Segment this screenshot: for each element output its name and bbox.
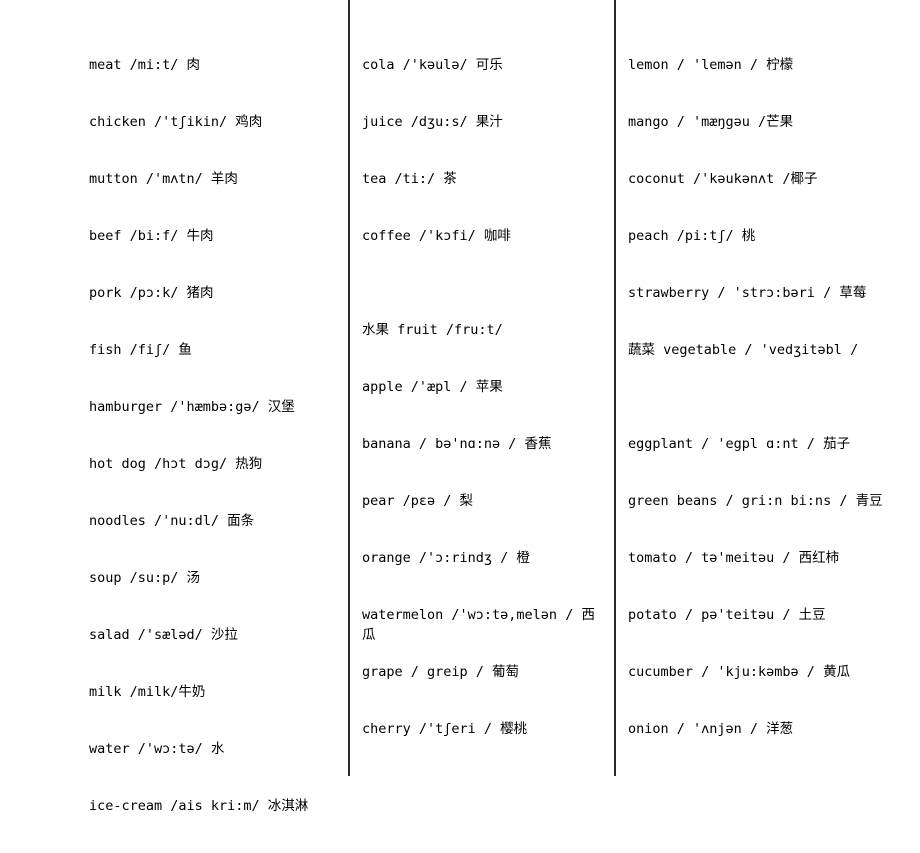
vocabulary-entry: cherry /'tʃeri / 樱桃 [362, 721, 528, 738]
vocabulary-entry: soup /su:p/ 汤 [89, 570, 201, 586]
vocabulary-entry: milk /milk/牛奶 [89, 684, 206, 700]
vocabulary-entry: mango / 'mæŋgəu /芒果 [628, 114, 794, 130]
vocabulary-entry: green beans / gri:n bi:ns / 青豆 [628, 493, 883, 510]
vocabulary-entry: fish /fiʃ/ 鱼 [89, 342, 192, 358]
vocabulary-entry: lemon / 'lemən / 柠檬 [628, 57, 794, 73]
vocabulary-spacer [362, 283, 606, 320]
vocabulary-entry: watermelon /'wɔ:tə,melən / 西瓜 [362, 607, 595, 644]
vocabulary-entry: banana / bə'nɑ:nə / 香蕉 [362, 436, 552, 453]
vocabulary-entry: eggplant / 'egpl ɑ:nt / 茄子 [628, 436, 851, 453]
vocabulary-entry: grape / greip / 葡萄 [362, 664, 520, 681]
vocabulary-entry: hamburger /'hæmbə:gə/ 汉堡 [89, 399, 295, 415]
vocabulary-entry: coffee /'kɔfi/ 咖啡 [362, 228, 511, 244]
vocabulary-entry: pork /pɔ:k/ 猪肉 [89, 285, 214, 301]
vocabulary-entry: ice-cream /ais kri:m/ 冰淇淋 [89, 798, 309, 814]
vocabulary-entry: noodles /'nu:dl/ 面条 [89, 513, 255, 529]
vocabulary-entry: 水果 fruit /fru:t/ [362, 322, 503, 339]
vocabulary-column-3: lemon / 'lemən / 柠檬 mango / 'mæŋgəu /芒果 co… [614, 0, 920, 777]
vocabulary-entry: peach /pi:tʃ/ 桃 [628, 228, 756, 244]
vocabulary-entry: tea /ti:/ 茶 [362, 171, 457, 187]
vocabulary-entry: onion / 'ʌnjən / 洋葱 [628, 721, 794, 738]
vocabulary-entry: chicken /'tʃikin/ 鸡肉 [89, 114, 263, 130]
vocabulary-entry: potato / pə'teitəu / 土豆 [628, 607, 826, 624]
vocabulary-entry: salad /'sæləd/ 沙拉 [89, 627, 238, 643]
vocabulary-column-2: cola /'kəulə/ 可乐 juice /dʒu:s/ 果汁 tea /ti:… [348, 0, 614, 777]
document-page: meat /mi:t/ 肉 chicken /'tʃikin/ 鸡肉 mutton … [0, 0, 920, 814]
vocabulary-entry: hot dog /hɔt dɔg/ 热狗 [89, 456, 263, 472]
vocabulary-entry: tomato / tə'meitəu / 西红柿 [628, 550, 840, 567]
vocabulary-entry: cola /'kəulə/ 可乐 [362, 57, 503, 73]
vocabulary-entry: beef /bi:f/ 牛肉 [89, 228, 214, 244]
vocabulary-column-1: meat /mi:t/ 肉 chicken /'tʃikin/ 鸡肉 mutton … [0, 0, 348, 853]
vocabulary-entry: pear /pɛə / 梨 [362, 493, 474, 510]
vocabulary-entry: mutton /'mʌtn/ 羊肉 [89, 171, 238, 187]
vocabulary-columns: meat /mi:t/ 肉 chicken /'tʃikin/ 鸡肉 mutton … [0, 0, 920, 814]
vocabulary-entry: coconut /'kəukənʌt /椰子 [628, 171, 818, 187]
vocabulary-entry: orange /'ɔ:rindʒ / 橙 [362, 550, 530, 567]
vocabulary-entry: cucumber / 'kju:kəmbə / 黄瓜 [628, 664, 851, 681]
vocabulary-entry: meat /mi:t/ 肉 [89, 57, 201, 73]
vocabulary-spacer [628, 397, 912, 434]
vocabulary-entry: apple /'æpl / 苹果 [362, 379, 503, 396]
vocabulary-entry: strawberry / 'strɔ:bəri / 草莓 [628, 285, 867, 301]
vocabulary-entry: water /'wɔ:tə/ 水 [89, 741, 225, 757]
vocabulary-entry: juice /dʒu:s/ 果汁 [362, 114, 503, 130]
vocabulary-entry: 蔬菜 vegetable / 'vedʒitəbl / [628, 342, 859, 358]
